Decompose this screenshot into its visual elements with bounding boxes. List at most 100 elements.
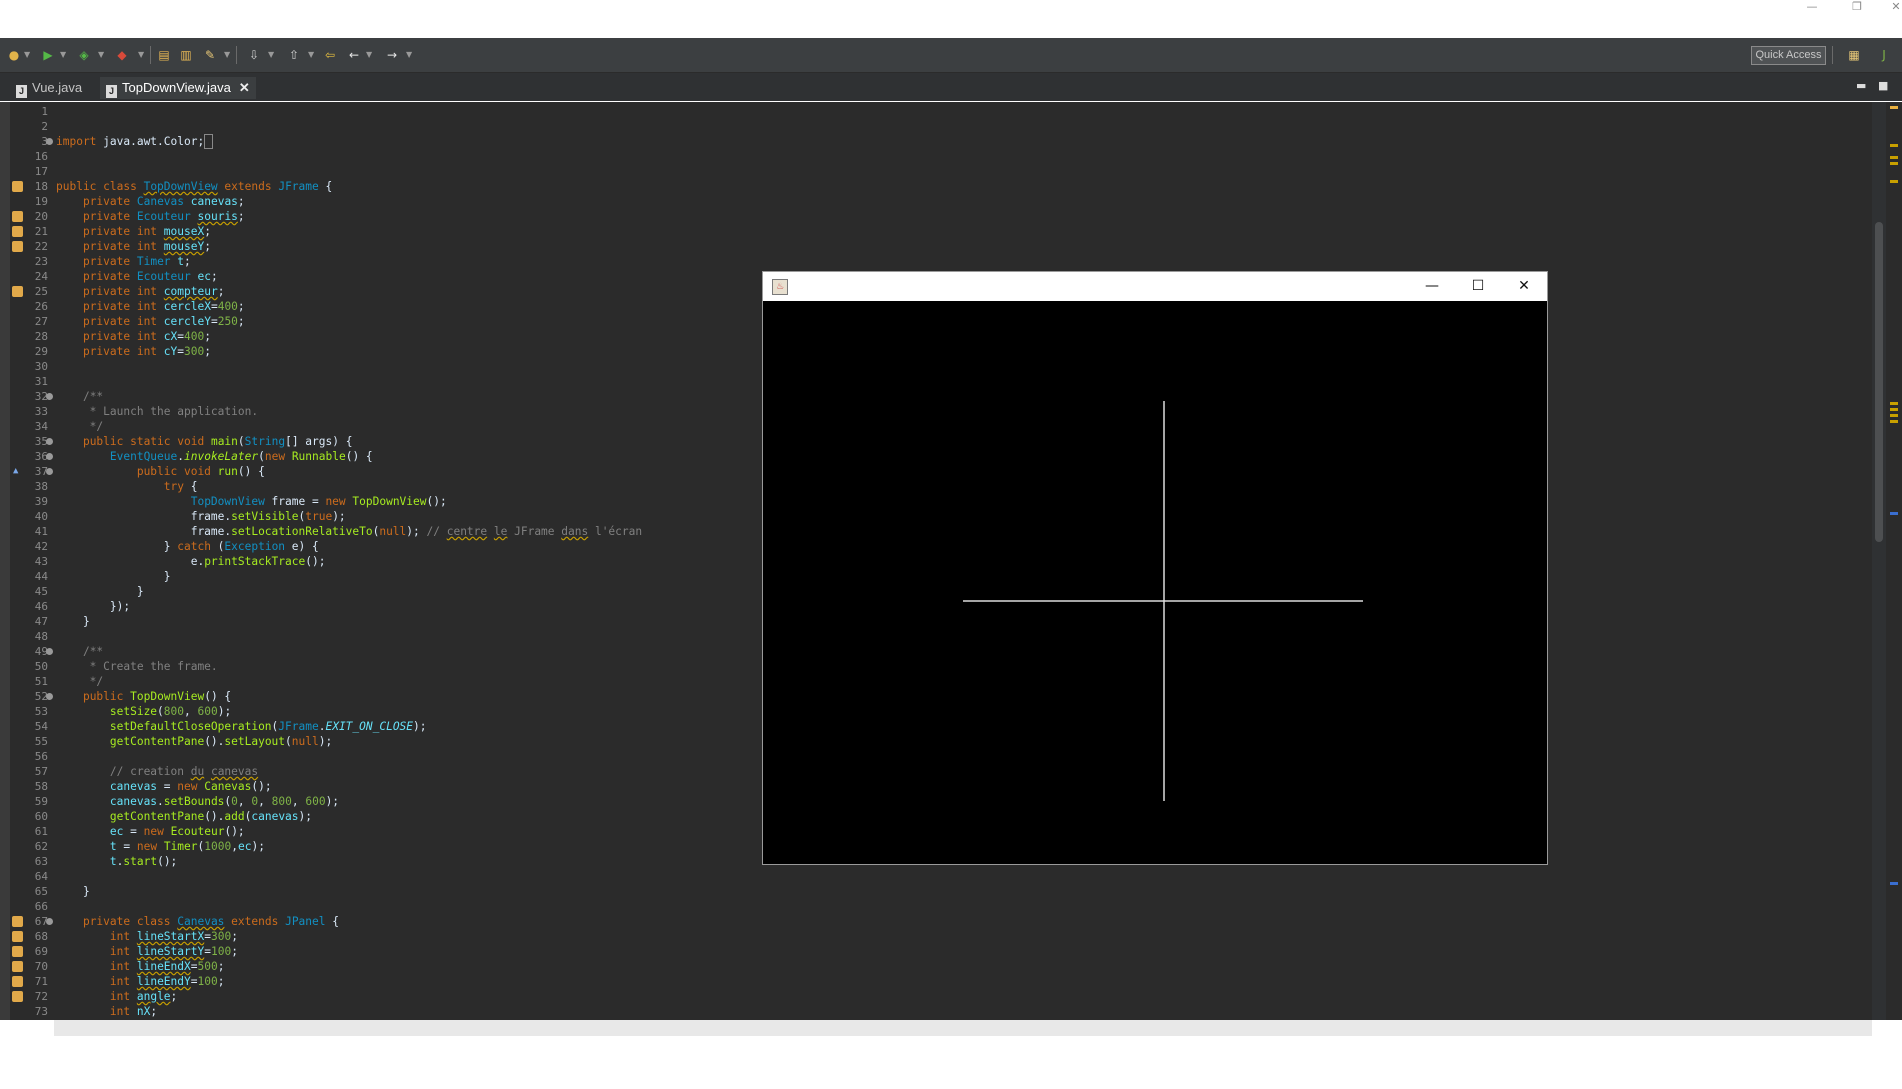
- app-minimize-button[interactable]: —: [1409, 272, 1455, 301]
- code-text[interactable]: canevas = new Canevas();: [56, 779, 272, 794]
- debug-icon[interactable]: ◈: [76, 47, 92, 63]
- open-project-icon[interactable]: ▥: [178, 47, 194, 63]
- warning-annotation-icon[interactable]: [12, 946, 23, 957]
- warning-annotation-icon[interactable]: [12, 226, 23, 237]
- code-line[interactable]: 22 private int mouseY;: [0, 239, 1872, 254]
- code-line[interactable]: 64: [0, 869, 1872, 884]
- code-text[interactable]: /**: [56, 644, 103, 659]
- code-line[interactable]: 18 public class TopDownView extends JFram…: [0, 179, 1872, 194]
- warning-marker[interactable]: [1890, 414, 1898, 417]
- tab-vue-java[interactable]: J Vue.java: [16, 77, 82, 99]
- warning-annotation-icon[interactable]: [12, 241, 23, 252]
- code-line[interactable]: 21 private int mouseX;: [0, 224, 1872, 239]
- occurrence-marker[interactable]: [1890, 882, 1898, 885]
- code-line[interactable]: 66: [0, 899, 1872, 914]
- code-text[interactable]: }: [56, 569, 171, 584]
- app-title-bar[interactable]: ♨ — ☐ ✕: [763, 272, 1547, 301]
- tab-topdownview-java[interactable]: J TopDownView.java ✕: [100, 77, 256, 99]
- vertical-scrollbar[interactable]: [1872, 102, 1886, 1020]
- fold-toggle-icon[interactable]: [46, 918, 53, 925]
- code-text[interactable]: int angle;: [56, 989, 177, 1004]
- code-text[interactable]: */: [56, 674, 103, 689]
- code-line[interactable]: 69 int lineStartY=100;: [0, 944, 1872, 959]
- warning-marker[interactable]: [1890, 402, 1898, 405]
- warning-marker[interactable]: [1890, 156, 1898, 159]
- fold-toggle-icon[interactable]: [46, 438, 53, 445]
- occurrence-marker[interactable]: [1890, 512, 1898, 515]
- code-text[interactable]: int lineStartX=300;: [56, 929, 238, 944]
- code-line[interactable]: 67 private class Canevas extends JPanel …: [0, 914, 1872, 929]
- code-text[interactable]: t = new Timer(1000,ec);: [56, 839, 265, 854]
- java-perspective-icon[interactable]: J: [1876, 47, 1892, 63]
- chevron-down-icon[interactable]: ▼: [406, 47, 412, 63]
- warning-marker[interactable]: [1890, 180, 1898, 183]
- skip-breakpoints-icon[interactable]: ●: [6, 47, 22, 63]
- restore-window-button[interactable]: ❐: [1845, 0, 1869, 14]
- code-text[interactable]: int lineStartY=100;: [56, 944, 238, 959]
- code-text[interactable]: private int mouseX;: [56, 224, 211, 239]
- code-text[interactable]: } catch (Exception e) {: [56, 539, 319, 554]
- open-folder-icon[interactable]: ▤: [156, 47, 172, 63]
- back-arrow-icon[interactable]: ←: [346, 47, 362, 63]
- code-text[interactable]: t.start();: [56, 854, 177, 869]
- override-indicator-icon[interactable]: ▲: [13, 464, 18, 479]
- code-text[interactable]: int nX;: [56, 1004, 157, 1019]
- fold-toggle-icon[interactable]: [46, 393, 53, 400]
- warning-annotation-icon[interactable]: [12, 916, 23, 927]
- run-icon[interactable]: ▶: [40, 47, 56, 63]
- warning-annotation-icon[interactable]: [12, 286, 23, 297]
- warning-annotation-icon[interactable]: [12, 961, 23, 972]
- code-text[interactable]: /**: [56, 389, 103, 404]
- fold-toggle-icon[interactable]: [46, 138, 53, 145]
- code-text[interactable]: EventQueue.invokeLater(new Runnable() {: [56, 449, 373, 464]
- open-perspective-icon[interactable]: ▦: [1846, 47, 1862, 63]
- chevron-down-icon[interactable]: ▼: [138, 47, 144, 63]
- code-text[interactable]: */: [56, 419, 103, 434]
- code-text[interactable]: e.printStackTrace();: [56, 554, 326, 569]
- warning-annotation-icon[interactable]: [12, 991, 23, 1002]
- java-app-window[interactable]: ♨ — ☐ ✕: [762, 271, 1548, 865]
- code-line[interactable]: 70 int lineEndX=500;: [0, 959, 1872, 974]
- code-text[interactable]: public class TopDownView extends JFrame …: [56, 179, 332, 194]
- forward-arrow-icon[interactable]: →: [384, 47, 400, 63]
- quick-access-field[interactable]: Quick Access: [1751, 46, 1826, 65]
- code-line[interactable]: 17: [0, 164, 1872, 179]
- code-text[interactable]: private int cercleY=250;: [56, 314, 245, 329]
- code-text[interactable]: public TopDownView() {: [56, 689, 231, 704]
- code-text[interactable]: private class Canevas extends JPanel {: [56, 914, 339, 929]
- code-line[interactable]: 68 int lineStartX=300;: [0, 929, 1872, 944]
- code-text[interactable]: int lineEndX=500;: [56, 959, 225, 974]
- code-text[interactable]: try {: [56, 479, 198, 494]
- code-text[interactable]: private int cX=400;: [56, 329, 211, 344]
- code-text[interactable]: getContentPane().setLayout(null);: [56, 734, 332, 749]
- code-text[interactable]: }: [56, 614, 90, 629]
- code-text[interactable]: public static void main(String[] args) {: [56, 434, 352, 449]
- code-line[interactable]: 3 import java.awt.Color;: [0, 134, 1872, 149]
- code-text[interactable]: // creation du canevas: [56, 764, 258, 779]
- warning-marker[interactable]: [1890, 144, 1898, 147]
- warning-annotation-icon[interactable]: [12, 976, 23, 987]
- code-text[interactable]: frame.setVisible(true);: [56, 509, 346, 524]
- code-line[interactable]: 72 int angle;: [0, 989, 1872, 1004]
- minimize-window-button[interactable]: —: [1800, 0, 1824, 14]
- horizontal-scrollbar[interactable]: [54, 1020, 1872, 1036]
- chevron-down-icon[interactable]: ▼: [268, 47, 274, 63]
- chevron-down-icon[interactable]: ▼: [24, 47, 30, 63]
- next-annotation-icon[interactable]: ⇩: [246, 47, 262, 63]
- warning-marker[interactable]: [1890, 106, 1898, 109]
- brush-icon[interactable]: ✎: [202, 47, 218, 63]
- last-edit-location-icon[interactable]: ⇦: [322, 47, 338, 63]
- warning-marker[interactable]: [1890, 162, 1898, 165]
- code-text[interactable]: * Create the frame.: [56, 659, 218, 674]
- code-text[interactable]: private int mouseY;: [56, 239, 211, 254]
- code-text[interactable]: frame.setLocationRelativeTo(null); // ce…: [56, 524, 642, 539]
- scrollbar-thumb[interactable]: [1875, 222, 1883, 542]
- code-text[interactable]: * Launch the application.: [56, 404, 258, 419]
- code-text[interactable]: }: [56, 584, 144, 599]
- code-line[interactable]: 2: [0, 119, 1872, 134]
- code-text[interactable]: });: [56, 599, 130, 614]
- code-text[interactable]: ec = new Ecouteur();: [56, 824, 245, 839]
- code-text[interactable]: setSize(800, 600);: [56, 704, 231, 719]
- chevron-down-icon[interactable]: ▼: [308, 47, 314, 63]
- chevron-down-icon[interactable]: ▼: [98, 47, 104, 63]
